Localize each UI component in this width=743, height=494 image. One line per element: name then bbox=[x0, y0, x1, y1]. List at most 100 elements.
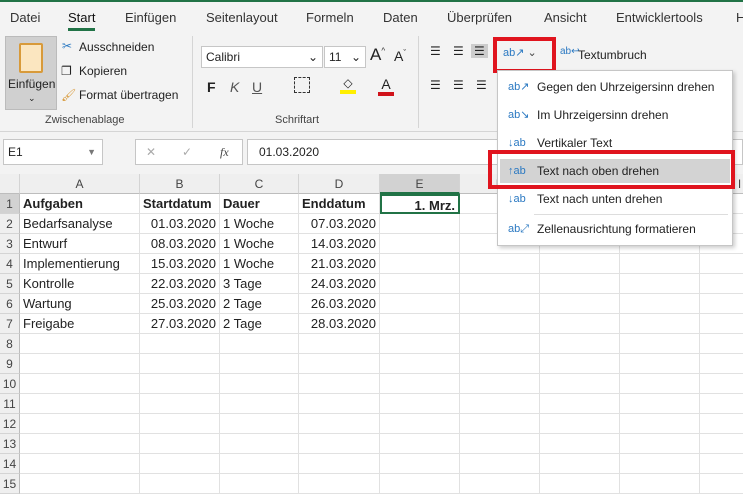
font-name-select[interactable]: Calibri ⌄ bbox=[201, 46, 323, 68]
cell-G13[interactable] bbox=[540, 434, 620, 454]
tab-daten[interactable]: Daten bbox=[383, 10, 418, 25]
cell-H4[interactable] bbox=[620, 254, 700, 274]
cell-H10[interactable] bbox=[620, 374, 700, 394]
cell-I8[interactable] bbox=[700, 334, 743, 354]
row-header-15[interactable]: 15 bbox=[0, 474, 20, 494]
grow-font-button[interactable]: A^ bbox=[370, 45, 385, 65]
row-header-4[interactable]: 4 bbox=[0, 254, 20, 274]
cell-H11[interactable] bbox=[620, 394, 700, 414]
italic-button[interactable]: K bbox=[230, 79, 239, 95]
row-header-9[interactable]: 9 bbox=[0, 354, 20, 374]
cell-F5[interactable] bbox=[460, 274, 540, 294]
column-header-A[interactable]: A bbox=[20, 174, 140, 194]
cell-E15[interactable] bbox=[380, 474, 460, 494]
cell-D14[interactable] bbox=[299, 454, 380, 474]
cell-E14[interactable] bbox=[380, 454, 460, 474]
cell-F10[interactable] bbox=[460, 374, 540, 394]
cell-C14[interactable] bbox=[220, 454, 299, 474]
cell-E12[interactable] bbox=[380, 414, 460, 434]
cell-F7[interactable] bbox=[460, 314, 540, 334]
cell-B13[interactable] bbox=[140, 434, 220, 454]
cell-I11[interactable] bbox=[700, 394, 743, 414]
cell-B15[interactable] bbox=[140, 474, 220, 494]
cell-I7[interactable] bbox=[700, 314, 743, 334]
cell-I5[interactable] bbox=[700, 274, 743, 294]
cell-F6[interactable] bbox=[460, 294, 540, 314]
menu-item-zellenausrichtung-formatieren[interactable]: ab⤢ Zellenausrichtung formatieren bbox=[500, 217, 730, 241]
cell-C15[interactable] bbox=[220, 474, 299, 494]
cell-B2[interactable]: 01.03.2020 bbox=[140, 214, 220, 234]
row-header-13[interactable]: 13 bbox=[0, 434, 20, 454]
row-header-14[interactable]: 14 bbox=[0, 454, 20, 474]
cell-C2[interactable]: 1 Woche bbox=[220, 214, 299, 234]
cell-A9[interactable] bbox=[20, 354, 140, 374]
cell-D15[interactable] bbox=[299, 474, 380, 494]
underline-button[interactable]: U bbox=[252, 79, 262, 95]
cell-I15[interactable] bbox=[700, 474, 743, 494]
row-header-11[interactable]: 11 bbox=[0, 394, 20, 414]
enter-icon[interactable]: ✓ bbox=[182, 143, 192, 161]
row-header-2[interactable]: 2 bbox=[0, 214, 20, 234]
cell-A13[interactable] bbox=[20, 434, 140, 454]
cell-A15[interactable] bbox=[20, 474, 140, 494]
row-header-10[interactable]: 10 bbox=[0, 374, 20, 394]
cell-H9[interactable] bbox=[620, 354, 700, 374]
align-center-button[interactable]: ☰ bbox=[453, 78, 464, 92]
cell-G4[interactable] bbox=[540, 254, 620, 274]
tab-überprüfen[interactable]: Überprüfen bbox=[447, 10, 512, 25]
cell-E6[interactable] bbox=[380, 294, 460, 314]
cell-I4[interactable] bbox=[700, 254, 743, 274]
cell-C13[interactable] bbox=[220, 434, 299, 454]
cell-I14[interactable] bbox=[700, 454, 743, 474]
column-header-C[interactable]: C bbox=[220, 174, 299, 194]
row-header-12[interactable]: 12 bbox=[0, 414, 20, 434]
row-header-7[interactable]: 7 bbox=[0, 314, 20, 334]
cell-E8[interactable] bbox=[380, 334, 460, 354]
fill-color-icon[interactable]: ◇ bbox=[340, 76, 356, 94]
cell-D11[interactable] bbox=[299, 394, 380, 414]
menu-item-im-uhrzeigersinn-drehen[interactable]: ab↘ Im Uhrzeigersinn drehen bbox=[500, 103, 730, 127]
cell-B10[interactable] bbox=[140, 374, 220, 394]
cell-B14[interactable] bbox=[140, 454, 220, 474]
cell-G10[interactable] bbox=[540, 374, 620, 394]
align-right-button[interactable]: ☰ bbox=[476, 78, 487, 92]
cell-H14[interactable] bbox=[620, 454, 700, 474]
wrap-text-button[interactable]: Textumbruch bbox=[578, 48, 647, 62]
align-top-button[interactable]: ☰ bbox=[430, 44, 441, 58]
cell-D8[interactable] bbox=[299, 334, 380, 354]
bold-button[interactable]: F bbox=[207, 79, 216, 95]
cell-G11[interactable] bbox=[540, 394, 620, 414]
tab-ansicht[interactable]: Ansicht bbox=[544, 10, 587, 25]
copy-button[interactable]: Kopieren bbox=[79, 64, 127, 78]
cell-C1[interactable]: Dauer bbox=[220, 194, 299, 214]
tab-formeln[interactable]: Formeln bbox=[306, 10, 354, 25]
cell-F9[interactable] bbox=[460, 354, 540, 374]
menu-item-text-nach-unten-drehen[interactable]: ↓ab Text nach unten drehen bbox=[500, 187, 730, 211]
cell-B1[interactable]: Startdatum bbox=[140, 194, 220, 214]
tab-datei[interactable]: Datei bbox=[10, 10, 40, 25]
cell-A1[interactable]: Aufgaben bbox=[20, 194, 140, 214]
column-header-B[interactable]: B bbox=[140, 174, 220, 194]
cell-D10[interactable] bbox=[299, 374, 380, 394]
column-header-D[interactable]: D bbox=[299, 174, 380, 194]
cell-B7[interactable]: 27.03.2020 bbox=[140, 314, 220, 334]
cell-A11[interactable] bbox=[20, 394, 140, 414]
cell-F8[interactable] bbox=[460, 334, 540, 354]
cell-D4[interactable]: 21.03.2020 bbox=[299, 254, 380, 274]
cell-C4[interactable]: 1 Woche bbox=[220, 254, 299, 274]
cell-D2[interactable]: 07.03.2020 bbox=[299, 214, 380, 234]
align-bottom-button[interactable]: ☰ bbox=[471, 44, 488, 58]
tab-start[interactable]: Start bbox=[68, 10, 96, 31]
cell-C12[interactable] bbox=[220, 414, 299, 434]
cell-G8[interactable] bbox=[540, 334, 620, 354]
cell-C3[interactable]: 1 Woche bbox=[220, 234, 299, 254]
cell-B11[interactable] bbox=[140, 394, 220, 414]
cell-G15[interactable] bbox=[540, 474, 620, 494]
cell-B6[interactable]: 25.03.2020 bbox=[140, 294, 220, 314]
row-header-1[interactable]: 1 bbox=[0, 194, 20, 214]
cell-B4[interactable]: 15.03.2020 bbox=[140, 254, 220, 274]
cell-B12[interactable] bbox=[140, 414, 220, 434]
tab-entwicklertools[interactable]: Entwicklertools bbox=[616, 10, 703, 25]
cell-E9[interactable] bbox=[380, 354, 460, 374]
cell-C7[interactable]: 2 Tage bbox=[220, 314, 299, 334]
